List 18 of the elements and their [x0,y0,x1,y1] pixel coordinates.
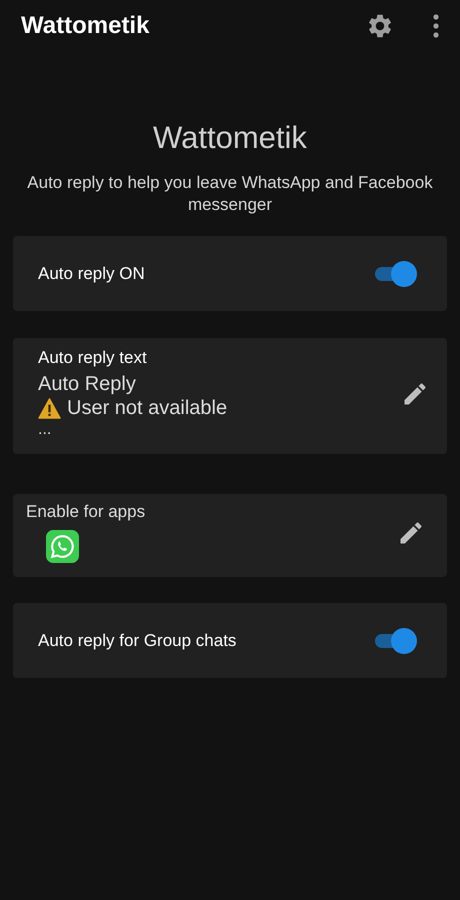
reply-line: User not available [67,396,228,420]
settings-icon[interactable] [366,12,394,40]
app-title: Wattometik [21,12,150,40]
toggle-switch[interactable] [375,628,417,654]
reply-text-card[interactable]: Auto reply text Auto Reply User not available ... [13,338,447,454]
warning-icon [38,398,61,418]
hero-title: Wattometik [153,120,307,156]
hero-subtitle: Auto reply to help you leave WhatsApp and Facebook messenger [26,172,434,216]
reply-line: Auto Reply [38,372,137,396]
ellipsis-text: ... [38,420,52,440]
setting-label: Auto reply text [38,348,148,368]
apps-card[interactable]: Enable for apps [13,494,447,577]
setting-label: Auto reply for Group chats [38,630,238,650]
toggle-switch[interactable] [375,260,417,286]
setting-label: Enable for apps [26,502,146,522]
more-options-icon[interactable] [432,14,440,38]
chat-app-icon [46,530,79,563]
setting-label: Auto reply ON [38,264,146,284]
